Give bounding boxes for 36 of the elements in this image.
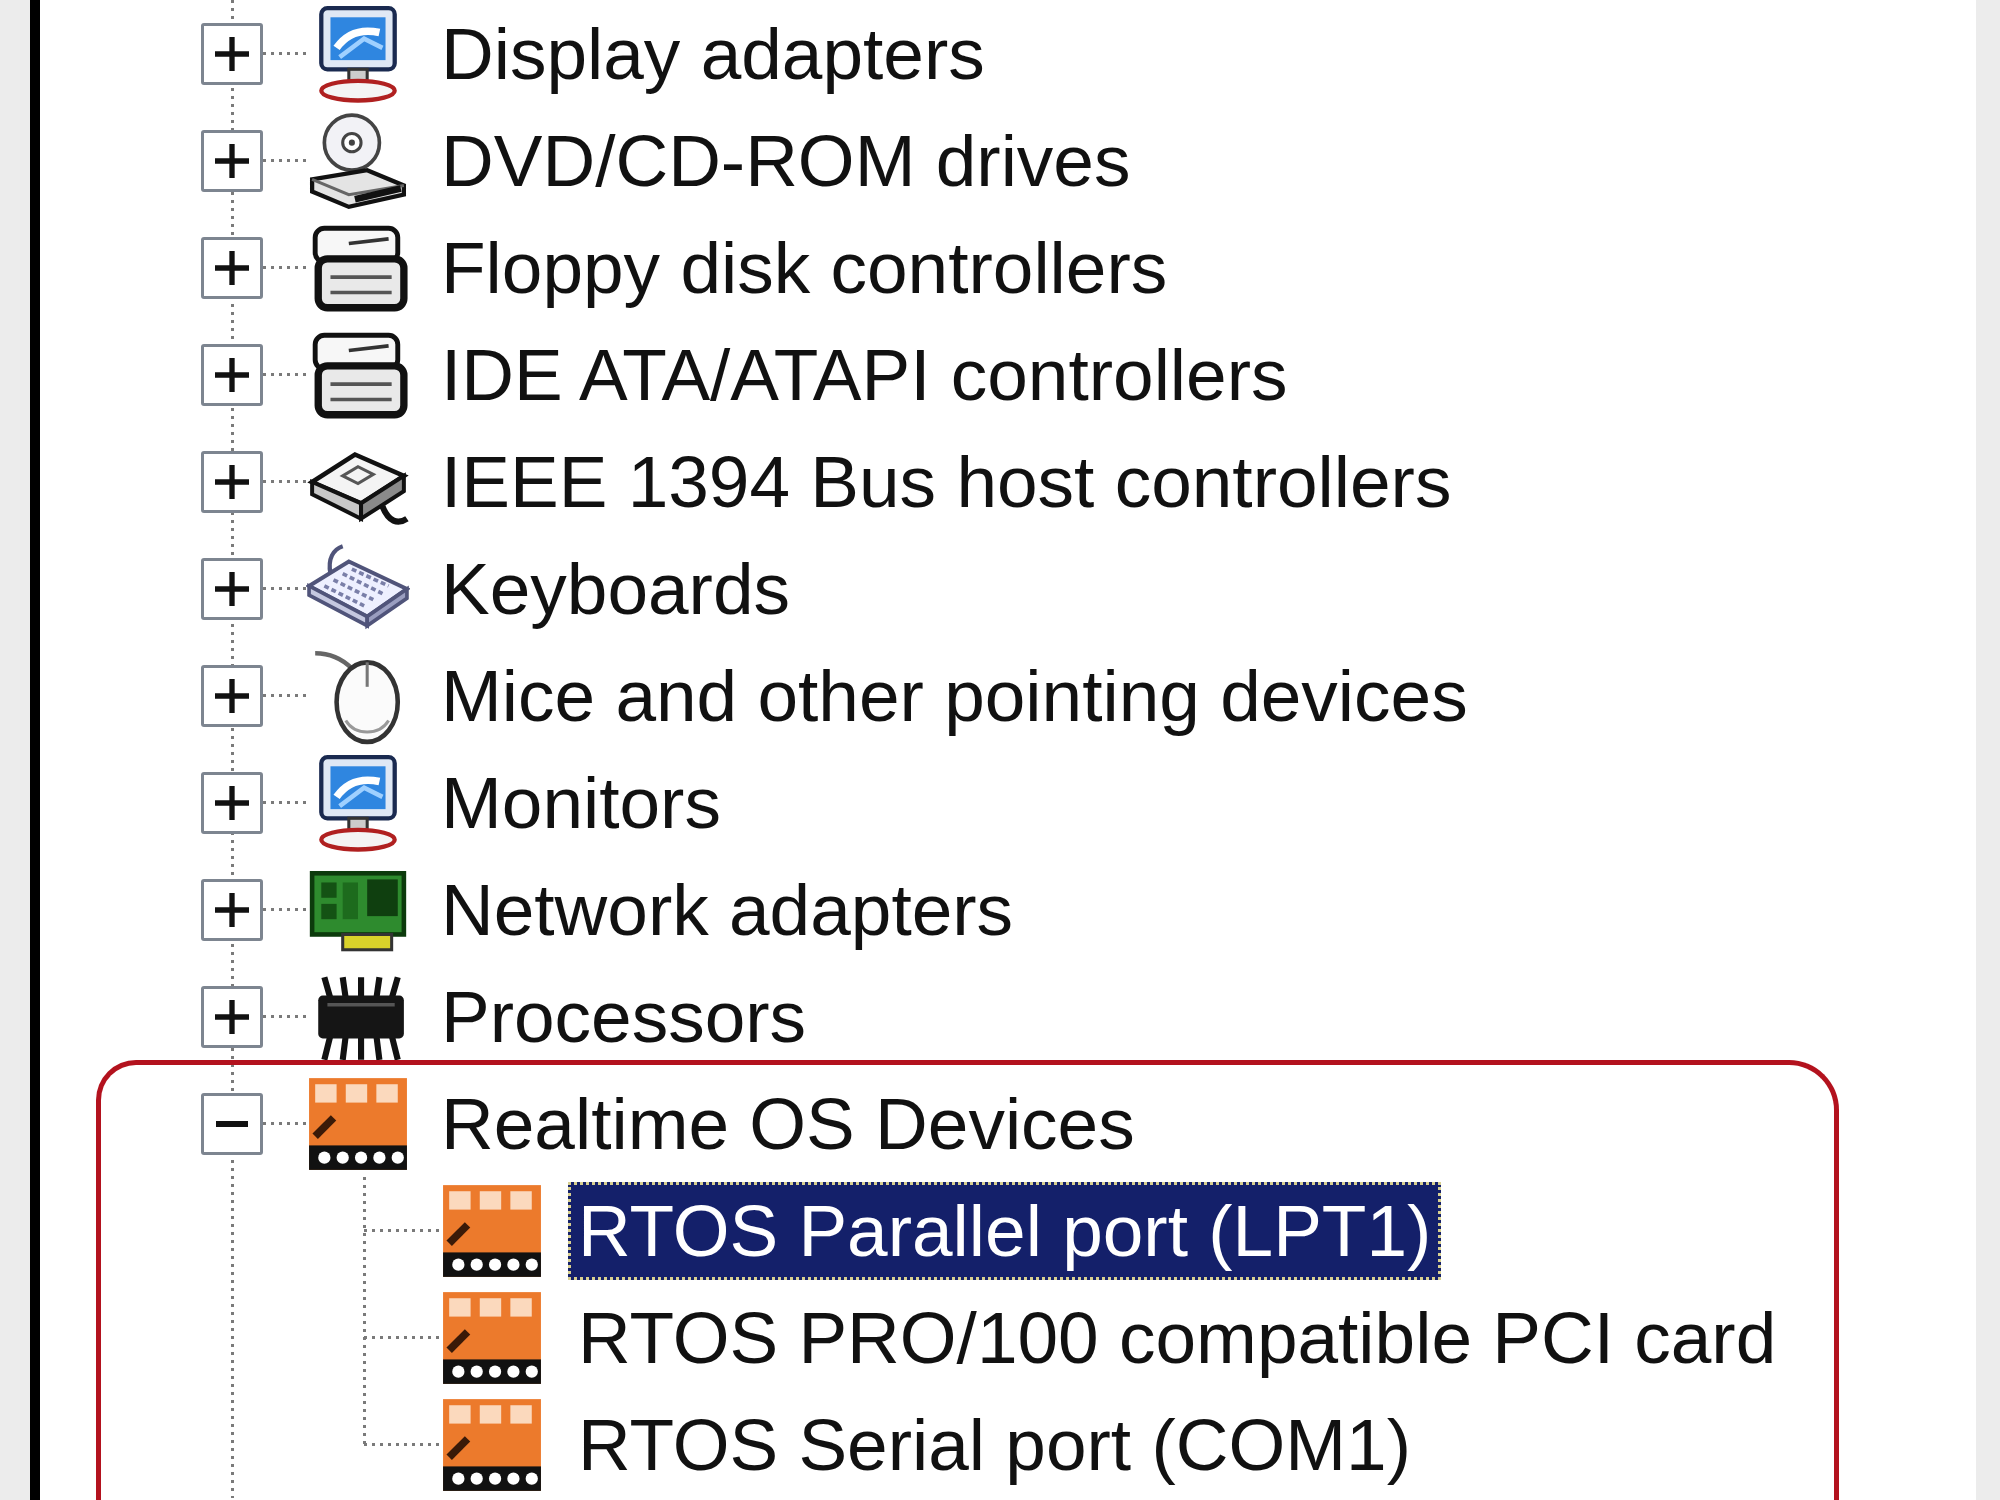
- expand-toggle[interactable]: [201, 236, 263, 299]
- tree-item[interactable]: RTOS Serial port (COM1): [568, 1395, 1421, 1494]
- collapse-toggle[interactable]: [201, 1092, 263, 1155]
- tree-item[interactable]: Network adapters: [431, 860, 1024, 959]
- plus-icon: [215, 464, 249, 499]
- tree-item[interactable]: IEEE 1394 Bus host controllers: [431, 432, 1462, 531]
- tree-item[interactable]: Realtime OS Devices: [431, 1074, 1145, 1173]
- tree-item[interactable]: IDE ATA/ATAPI controllers: [431, 325, 1298, 424]
- tree-item[interactable]: RTOS Parallel port (LPT1): [568, 1181, 1442, 1280]
- tree-item[interactable]: Keyboards: [431, 539, 800, 638]
- plus-icon: [215, 999, 249, 1034]
- expand-toggle[interactable]: [201, 878, 263, 941]
- expand-toggle[interactable]: [201, 771, 263, 834]
- tree-item[interactable]: Mice and other pointing devices: [431, 646, 1478, 745]
- plus-icon: [215, 785, 249, 820]
- tree-item[interactable]: Display adapters: [431, 4, 995, 103]
- plus-icon: [215, 357, 249, 392]
- tree-item[interactable]: Monitors: [431, 753, 731, 852]
- plus-icon: [215, 143, 249, 178]
- expand-toggle[interactable]: [201, 450, 263, 513]
- expand-toggle[interactable]: [201, 129, 263, 192]
- expand-toggle[interactable]: [201, 343, 263, 406]
- expand-toggle[interactable]: [201, 985, 263, 1048]
- tree-item[interactable]: Floppy disk controllers: [431, 218, 1178, 317]
- plus-icon: [215, 571, 249, 606]
- plus-icon: [215, 36, 249, 71]
- tree-item[interactable]: RTOS PRO/100 compatible PCI card: [568, 1288, 1787, 1387]
- tree-item[interactable]: Processors: [431, 967, 817, 1066]
- expand-toggle[interactable]: [201, 664, 263, 727]
- plus-icon: [215, 678, 249, 713]
- plus-icon: [215, 892, 249, 927]
- expand-toggle[interactable]: [201, 22, 263, 85]
- tree-item[interactable]: DVD/CD-ROM drives: [431, 111, 1141, 210]
- minus-icon: [215, 1120, 249, 1127]
- plus-icon: [215, 250, 249, 285]
- expand-toggle[interactable]: [201, 557, 263, 620]
